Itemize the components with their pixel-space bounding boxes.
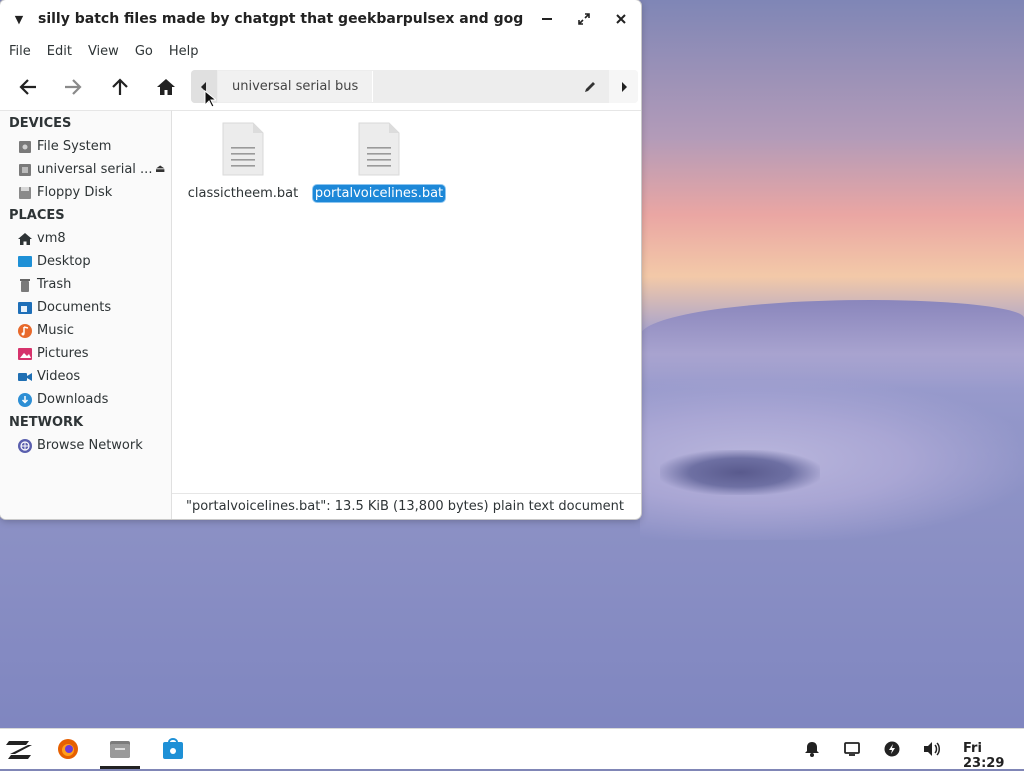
edit-path-icon[interactable] [575, 70, 605, 103]
network-header: NETWORK [9, 415, 84, 430]
sidebar: DEVICES File System universal serial ...… [0, 110, 172, 519]
sidebar-item-usb[interactable]: universal serial ... ⏏ [0, 158, 171, 181]
home-icon [17, 231, 32, 246]
eject-icon[interactable]: ⏏ [155, 162, 165, 175]
title-bar[interactable]: ▼ silly batch files made by chatgpt that… [0, 0, 641, 38]
firefox-icon[interactable] [54, 729, 82, 769]
desktop-icon [17, 254, 32, 269]
sidebar-item-documents[interactable]: Documents [0, 296, 171, 319]
sidebar-item-pictures[interactable]: Pictures [0, 342, 171, 365]
network-icon [17, 438, 32, 453]
menu-edit[interactable]: Edit [47, 44, 72, 59]
forward-arrow-icon[interactable] [58, 71, 88, 103]
sidebar-item-desktop[interactable]: Desktop [0, 250, 171, 273]
wallpaper-hill [640, 300, 1024, 390]
back-arrow-icon[interactable] [13, 71, 43, 103]
window-menu-icon[interactable]: ▼ [0, 13, 38, 26]
pictures-icon [17, 346, 32, 361]
wallpaper-trees [660, 450, 820, 495]
display-icon[interactable] [840, 729, 864, 769]
sidebar-item-browse-network[interactable]: Browse Network [0, 434, 171, 457]
sidebar-item-downloads[interactable]: Downloads [0, 388, 171, 411]
menu-go[interactable]: Go [135, 44, 153, 59]
bell-icon[interactable] [800, 729, 824, 769]
files-icon[interactable] [105, 729, 135, 769]
close-icon[interactable] [611, 9, 631, 29]
menu-view[interactable]: View [88, 44, 119, 59]
file-name-selected: portalvoicelines.bat [312, 185, 446, 202]
window-title: silly batch files made by chatgpt that g… [38, 11, 523, 27]
floppy-icon [17, 185, 32, 200]
sidebar-item-videos[interactable]: Videos [0, 365, 171, 388]
sidebar-item-file-system[interactable]: File System [0, 135, 171, 158]
status-bar: "portalvoicelines.bat": 13.5 KiB (13,800… [172, 493, 641, 519]
minimize-icon[interactable] [537, 9, 557, 29]
path-scroll-right-icon[interactable] [609, 70, 638, 103]
path-crumb-usb[interactable]: universal serial bus [218, 71, 374, 102]
videos-icon [17, 369, 32, 384]
clock[interactable]: Fri 23:29 [963, 741, 1024, 771]
downloads-icon [17, 392, 32, 407]
text-file-icon [221, 121, 265, 177]
drive-icon [17, 139, 32, 154]
sidebar-item-music[interactable]: Music [0, 319, 171, 342]
sidebar-item-home[interactable]: vm8 [0, 227, 171, 250]
usb-drive-icon [17, 162, 32, 177]
file-manager-window: ▼ silly batch files made by chatgpt that… [0, 0, 641, 519]
home-icon[interactable] [151, 71, 181, 103]
sidebar-item-floppy[interactable]: Floppy Disk [0, 181, 171, 204]
path-bar: universal serial bus [191, 70, 638, 103]
taskbar: Fri 23:29 [0, 728, 1024, 771]
trash-icon [17, 277, 32, 292]
file-name: classictheem.bat [187, 186, 299, 201]
power-icon[interactable] [880, 729, 904, 769]
file-view[interactable]: classictheem.bat portalvoicelines.bat [172, 110, 641, 494]
maximize-icon[interactable] [574, 9, 594, 29]
sidebar-item-trash[interactable]: Trash [0, 273, 171, 296]
devices-header: DEVICES [9, 116, 72, 131]
menu-file[interactable]: File [9, 44, 31, 59]
zorin-menu-icon[interactable] [4, 729, 36, 769]
menu-help[interactable]: Help [169, 44, 199, 59]
file-item-selected[interactable]: portalvoicelines.bat [312, 121, 446, 202]
software-store-icon[interactable] [158, 729, 188, 769]
text-file-icon [357, 121, 401, 177]
menu-bar: File Edit View Go Help [0, 38, 641, 64]
volume-icon[interactable] [920, 729, 944, 769]
file-item[interactable]: classictheem.bat [178, 121, 308, 202]
documents-icon [17, 300, 32, 315]
places-header: PLACES [9, 208, 65, 223]
mouse-cursor-icon [204, 89, 218, 112]
music-icon [17, 323, 32, 338]
up-arrow-icon[interactable] [105, 71, 135, 103]
